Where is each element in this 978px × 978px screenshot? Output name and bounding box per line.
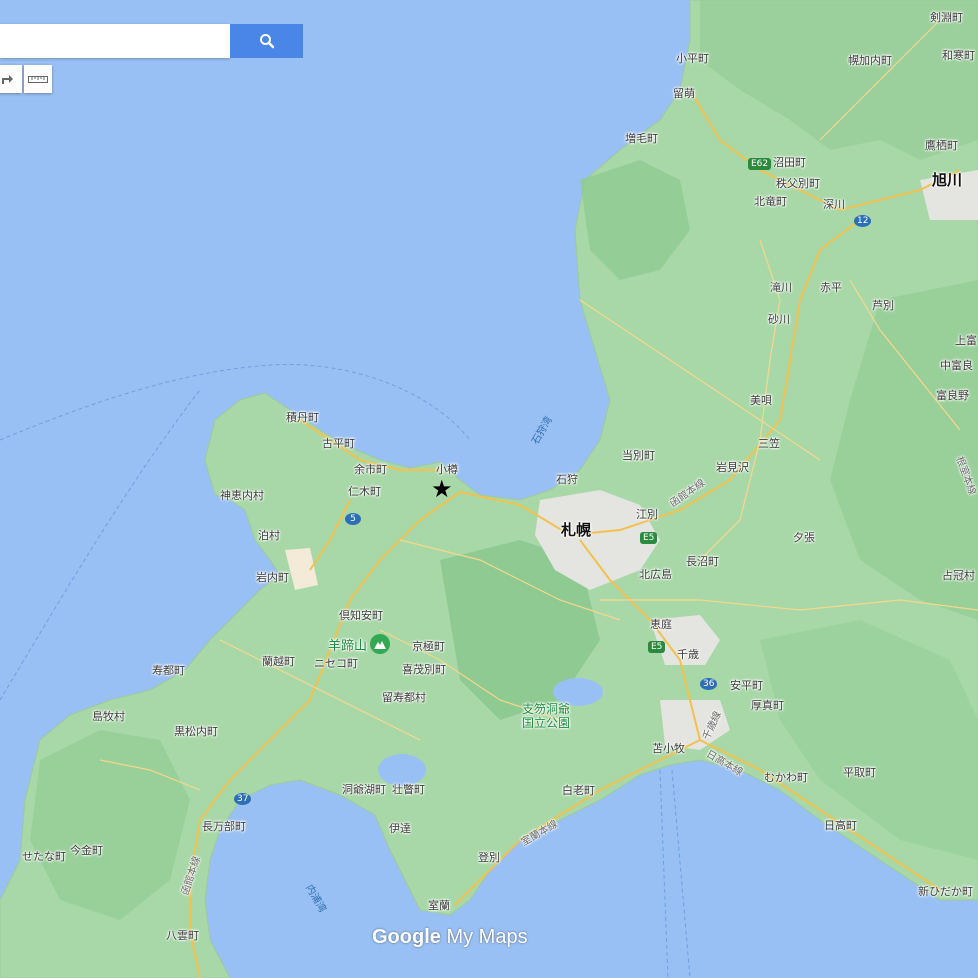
search-icon xyxy=(259,34,274,49)
place-label: 平取町 xyxy=(843,766,876,779)
place-label: 恵庭 xyxy=(650,618,672,631)
city-label-sapporo: 札幌 xyxy=(561,521,592,539)
place-label: 占冠村 xyxy=(942,569,975,582)
route-shield: E5 xyxy=(648,641,666,653)
route-shield: E62 xyxy=(748,158,772,170)
search-input[interactable] xyxy=(5,26,229,58)
place-label: 江別 xyxy=(636,508,658,521)
route-shield: E5 xyxy=(640,532,658,544)
place-label: 蘭越町 xyxy=(262,655,295,668)
place-label: 深川 xyxy=(823,198,845,211)
mountain-icon[interactable] xyxy=(370,634,390,654)
place-label: 島牧村 xyxy=(92,710,125,723)
google-my-maps-watermark: Google My Maps xyxy=(372,926,528,949)
place-label: 壮瞥町 xyxy=(392,783,425,796)
ruler-tool-button[interactable] xyxy=(24,65,52,93)
place-label: 滝川 xyxy=(770,281,792,294)
place-label: せたな町 xyxy=(22,850,66,863)
place-label: 小平町 xyxy=(676,52,709,65)
place-label: 倶知安町 xyxy=(339,609,383,622)
place-label: 洞爺湖町 xyxy=(342,783,386,796)
mymaps-logo-text: My Maps xyxy=(446,926,528,948)
place-label: 余市町 xyxy=(354,463,387,476)
place-label: 剣淵町 xyxy=(930,11,963,24)
place-label: 積丹町 xyxy=(286,411,319,424)
place-label: 長万部町 xyxy=(202,820,246,833)
place-label: 泊村 xyxy=(258,529,280,542)
place-label: 伊達 xyxy=(389,822,411,835)
place-label: 石狩 xyxy=(556,473,578,486)
place-label: 留寿都村 xyxy=(382,691,426,704)
place-label: 新ひだか町 xyxy=(918,885,973,898)
place-label: 富良野 xyxy=(936,389,969,402)
city-label-asahikawa: 旭川 xyxy=(932,171,963,189)
place-label: 芦別 xyxy=(872,299,894,312)
place-label: 今金町 xyxy=(70,844,103,857)
place-label: 岩見沢 xyxy=(716,461,749,474)
place-label: 神恵内村 xyxy=(220,489,264,502)
place-label: 赤平 xyxy=(820,281,842,294)
place-label: 京極町 xyxy=(412,640,445,653)
place-label: 白老町 xyxy=(562,784,595,797)
place-label: 上富 xyxy=(955,334,977,347)
place-label: 日高町 xyxy=(824,819,857,832)
star-marker-icon[interactable]: ★ xyxy=(431,477,453,501)
place-label: 鷹栖町 xyxy=(925,139,958,152)
place-label: 沼田町 xyxy=(773,156,806,169)
place-label: 北広島 xyxy=(639,568,672,581)
search-box[interactable] xyxy=(0,24,230,58)
place-label: 厚真町 xyxy=(751,699,784,712)
route-tool-button[interactable] xyxy=(0,65,22,93)
place-label: 和寒町 xyxy=(942,49,975,62)
place-label: 千歳 xyxy=(677,648,699,661)
place-label: 美唄 xyxy=(750,394,772,407)
google-logo-text: Google xyxy=(372,926,441,948)
place-label: 仁木町 xyxy=(348,485,381,498)
place-label: 秩父別町 xyxy=(776,177,820,190)
place-label: 八雲町 xyxy=(166,929,199,942)
ruler-icon xyxy=(28,76,48,83)
place-label: 岩内町 xyxy=(256,571,289,584)
place-label: 幌加内町 xyxy=(848,54,892,67)
place-label: 留萌 xyxy=(673,87,695,100)
park-label: 支笏洞爺 国立公園 xyxy=(522,702,571,730)
place-label: むかわ町 xyxy=(764,771,808,784)
place-label: 登別 xyxy=(478,851,500,864)
place-label: ニセコ町 xyxy=(314,657,358,670)
place-label: 安平町 xyxy=(730,679,763,692)
search-button[interactable] xyxy=(230,24,303,58)
place-label: 喜茂別町 xyxy=(402,663,446,676)
place-label: 増毛町 xyxy=(625,132,658,145)
place-label: 夕張 xyxy=(793,531,815,544)
place-label: 三笠 xyxy=(758,437,780,450)
place-label: 室蘭 xyxy=(428,899,450,912)
place-label: 砂川 xyxy=(768,313,790,326)
route-icon xyxy=(2,75,13,84)
peak-label-yotei: 羊蹄山 xyxy=(328,639,368,654)
route-shield: 5 xyxy=(345,513,361,525)
place-label: 黒松内町 xyxy=(174,725,218,738)
place-label: 北竜町 xyxy=(754,195,787,208)
place-label: 寿都町 xyxy=(152,664,185,677)
place-label: 当別町 xyxy=(622,449,655,462)
place-label: 苫小牧 xyxy=(652,742,685,755)
place-label: 古平町 xyxy=(322,437,355,450)
place-label: 長沼町 xyxy=(686,555,719,568)
place-label: 中富良 xyxy=(940,359,973,372)
